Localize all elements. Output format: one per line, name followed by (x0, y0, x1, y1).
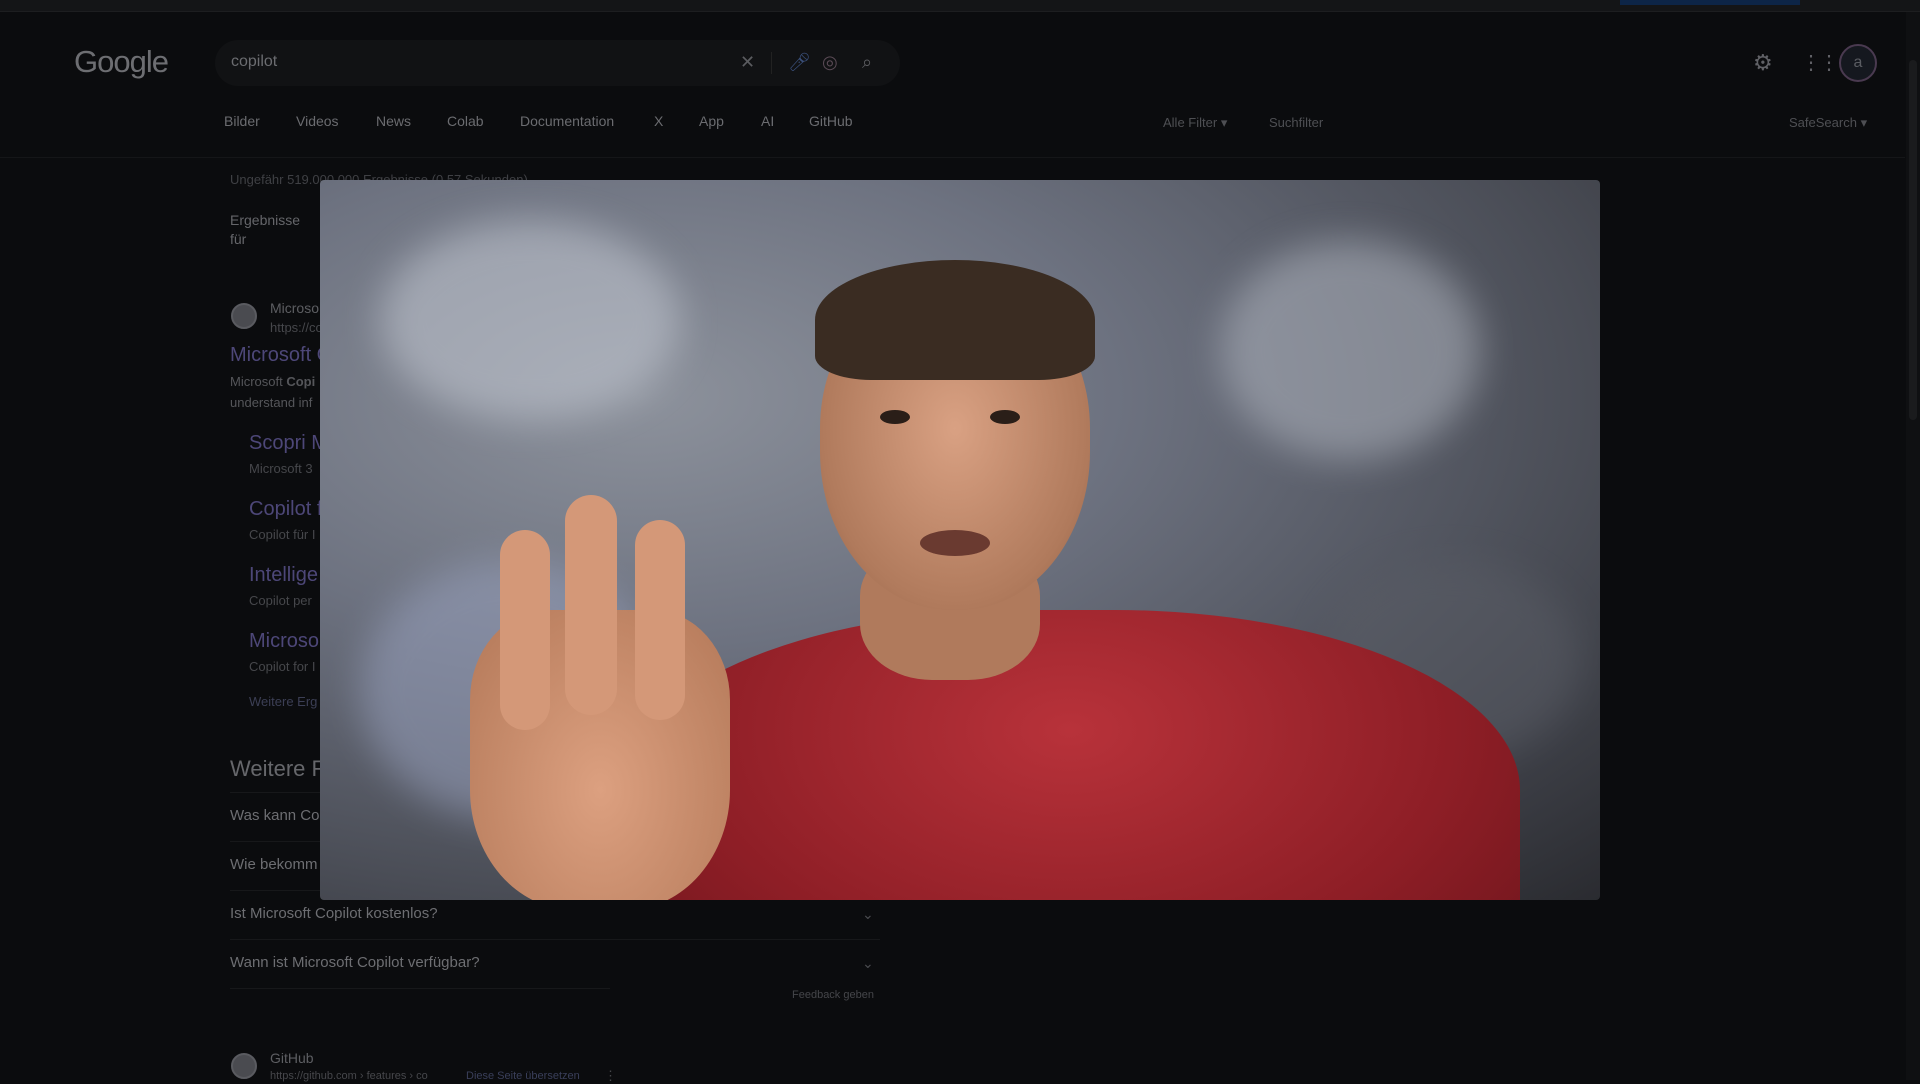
tab-app[interactable]: App (699, 113, 724, 129)
microsoft-favicon (231, 303, 257, 329)
dropdown-arrow-icon: ▾ (1220, 115, 1228, 130)
person-hand-three-fingers (470, 495, 730, 900)
result-site-name: Microso (270, 300, 320, 316)
tab-ai[interactable]: AI (761, 113, 774, 129)
people-also-ask-heading: Weitere F (230, 756, 325, 781)
tab-bilder[interactable]: Bilder (224, 113, 260, 129)
question-item[interactable]: Was kann Co (230, 807, 319, 824)
person-hair (815, 260, 1095, 380)
chevron-down-icon[interactable]: ⌄ (862, 955, 874, 972)
tab-news[interactable]: News (376, 113, 411, 129)
chevron-down-icon[interactable]: ⌄ (862, 906, 874, 923)
all-filters-dropdown[interactable]: Alle Filter ▾ (1163, 115, 1227, 131)
tab-videos[interactable]: Videos (296, 113, 339, 129)
result-title-link[interactable]: Microsoft C (230, 344, 331, 367)
more-results-link[interactable]: Weitere Erg (249, 694, 317, 709)
github-site-name: GitHub (270, 1050, 314, 1066)
github-url[interactable]: https://github.com › features › co (270, 1070, 428, 1082)
search-box[interactable]: copilot ✕ 🎤︎ ◎ ⌕ (215, 40, 900, 86)
sitelink-title[interactable]: Intellige (249, 564, 318, 587)
question-item[interactable]: Wann ist Microsoft Copilot verfügbar? (230, 954, 480, 971)
translate-link[interactable]: Diese Seite übersetzen (466, 1070, 580, 1082)
divider (771, 52, 772, 74)
search-icon[interactable]: ⌕ (862, 52, 872, 73)
sitelink-desc: Copilot per (249, 593, 312, 608)
sitelink-title[interactable]: Scopri M (249, 432, 328, 455)
safesearch-label: SafeSearch (1789, 115, 1857, 130)
clear-icon[interactable]: ✕ (740, 52, 755, 73)
lens-icon[interactable]: ◎ (822, 52, 838, 73)
github-favicon (231, 1053, 257, 1079)
result-url[interactable]: https://co (270, 320, 323, 335)
sitelink-desc: Copilot für I (249, 527, 316, 542)
sitelink-desc: Copilot for I (249, 659, 316, 674)
microphone-icon[interactable]: 🎤︎ (788, 52, 811, 73)
tab-github[interactable]: GitHub (809, 113, 853, 129)
dropdown-arrow-icon: ▾ (1860, 115, 1868, 130)
results-for-label: Ergebnisse für (230, 212, 301, 247)
question-item[interactable]: Wie bekomm (230, 856, 318, 873)
more-options-icon[interactable]: ⋮ (604, 1068, 617, 1084)
divider (230, 988, 610, 989)
sitelink-title[interactable]: Copilot f (249, 498, 322, 521)
search-input[interactable]: copilot (231, 53, 277, 71)
tab-colab[interactable]: Colab (447, 113, 484, 129)
result-snippet-line-1: Microsoft Copi (230, 374, 316, 389)
all-filters-label: Alle Filter (1163, 115, 1218, 130)
tab-documentation[interactable]: Documentation (520, 113, 614, 129)
result-snippet-line-2: understand inf (230, 395, 313, 410)
divider (230, 939, 880, 940)
tab-x[interactable]: X (654, 113, 663, 129)
question-item[interactable]: Ist Microsoft Copilot kostenlos? (230, 905, 438, 922)
sitelink-desc: Microsoft 3 (249, 461, 313, 476)
account-avatar[interactable]: a (1839, 44, 1877, 82)
sitelink-title[interactable]: Microso (249, 630, 319, 653)
search-filter-button[interactable]: Suchfilter (1269, 115, 1323, 130)
safesearch-dropdown[interactable]: SafeSearch ▾ (1789, 115, 1867, 131)
header-divider (0, 157, 1905, 158)
google-logo[interactable]: Google (74, 44, 169, 80)
webcam-video-overlay (320, 180, 1600, 900)
top-accent (1620, 0, 1800, 5)
scrollbar-thumb[interactable] (1909, 60, 1917, 420)
feedback-link[interactable]: Feedback geben (792, 989, 874, 1001)
settings-gear-icon[interactable]: ⚙ (1753, 50, 1773, 76)
